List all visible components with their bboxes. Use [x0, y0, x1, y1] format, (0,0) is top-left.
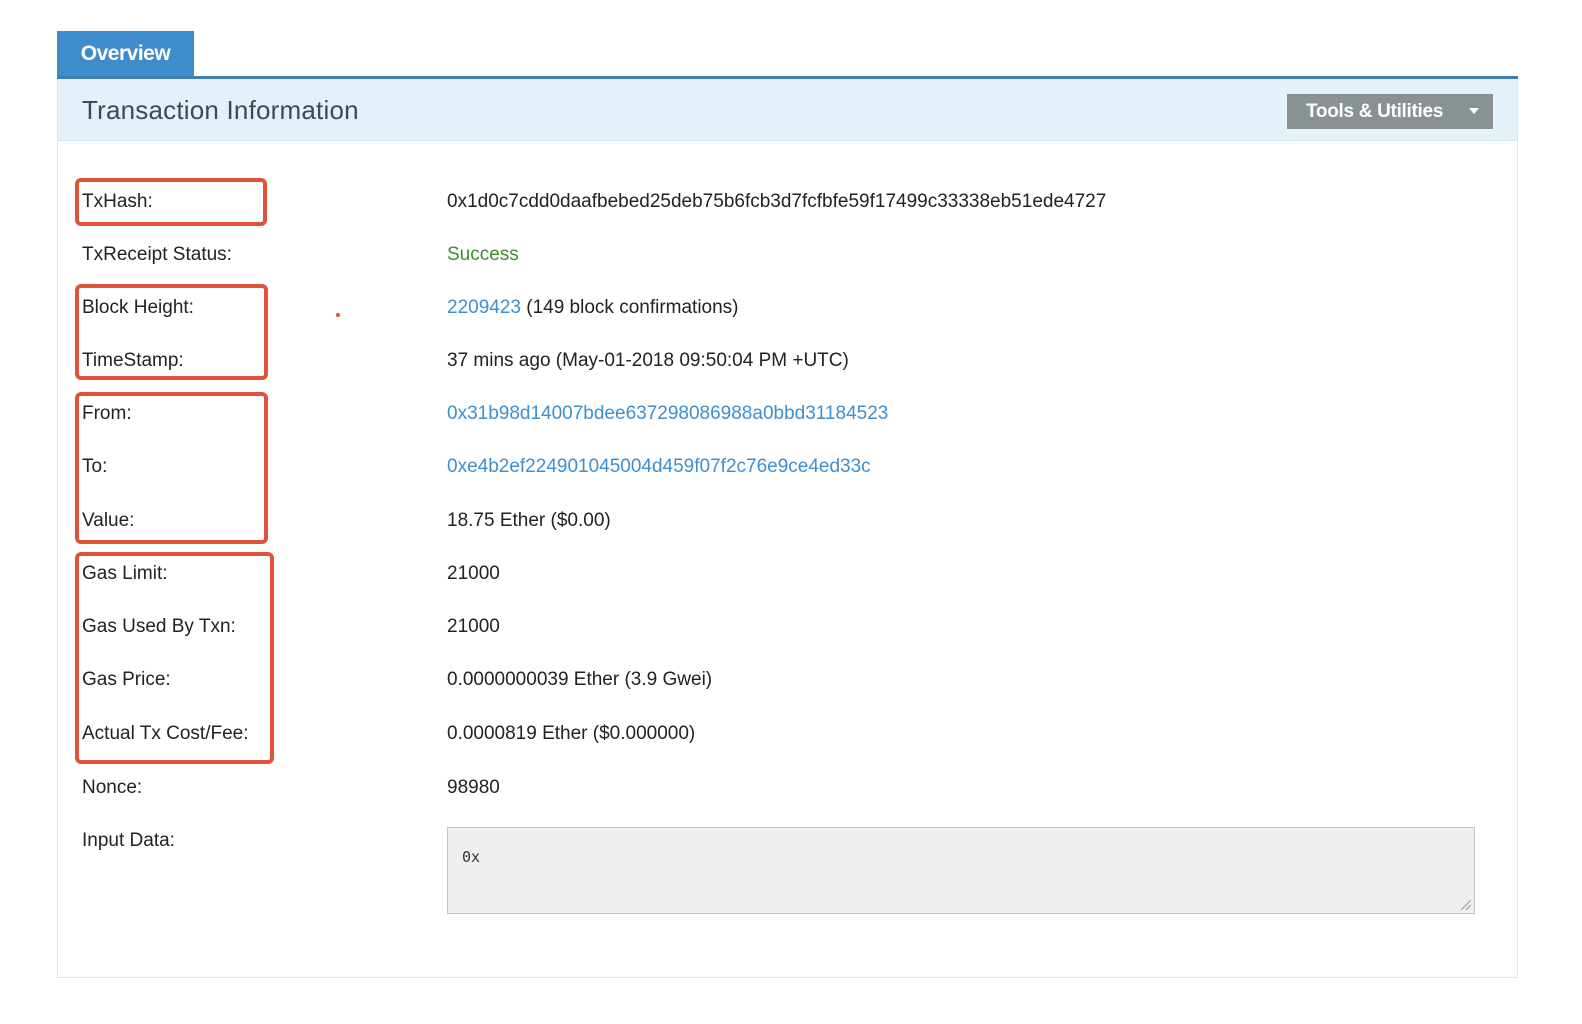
input-data-label: Input Data:: [82, 830, 175, 851]
panel-header: Transaction Information Tools & Utilitie…: [58, 79, 1517, 141]
block-height-link[interactable]: 2209423: [447, 297, 521, 318]
panel-title: Transaction Information: [82, 95, 359, 125]
input-data-value: 0x: [462, 848, 481, 866]
gas-used-value: 21000: [447, 616, 500, 637]
gas-limit-value: 21000: [447, 563, 500, 584]
highlight-box-txhash: [75, 178, 267, 226]
txhash-value: 0x1d0c7cdd0daafbebed25deb75b6fcb3d7fcfbf…: [447, 191, 1107, 212]
tab-overview[interactable]: Overview: [57, 31, 194, 77]
tools-utilities-button[interactable]: Tools & Utilities: [1287, 94, 1493, 129]
highlight-box-from-to-value: [75, 392, 268, 544]
nonce-value: 98980: [447, 777, 500, 798]
to-address-link[interactable]: 0xe4b2ef224901045004d459f07f2c76e9ce4ed3…: [447, 456, 871, 478]
gas-price-value: 0.0000000039 Ether (3.9 Gwei): [447, 669, 713, 690]
resize-grip-icon[interactable]: [1461, 900, 1471, 910]
highlight-box-block-time: [75, 284, 268, 380]
status-value: Success: [447, 244, 519, 265]
fee-value: 0.0000819 Ether ($0.000000): [447, 723, 696, 744]
caret-down-icon: [1469, 108, 1479, 114]
block-height-value: 2209423 (149 block confirmations): [447, 297, 739, 319]
highlight-box-gas: [75, 552, 274, 764]
status-label: TxReceipt Status:: [82, 244, 232, 265]
block-confirmations: (149 block confirmations): [520, 297, 739, 318]
annotation-dot: [336, 313, 340, 317]
value-value: 18.75 Ether ($0.00): [447, 510, 611, 531]
from-address-link[interactable]: 0x31b98d14007bdee637298086988a0bbd311845…: [447, 403, 888, 425]
timestamp-value: 37 mins ago (May-01-2018 09:50:04 PM +UT…: [447, 350, 849, 371]
tools-utilities-label: Tools & Utilities: [1306, 100, 1444, 122]
input-data-textarea[interactable]: 0x: [447, 827, 1475, 914]
nonce-label: Nonce:: [82, 777, 143, 798]
